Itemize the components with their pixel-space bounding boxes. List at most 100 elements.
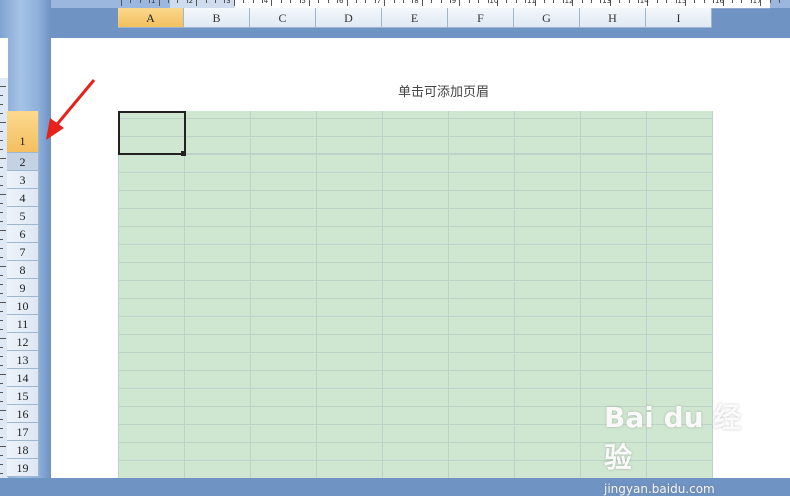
- vertical-ruler-tick: [0, 113, 3, 114]
- ruler-tick: [168, 0, 169, 3]
- row-header-8[interactable]: 8: [7, 261, 39, 279]
- vertical-ruler-tick: [0, 185, 3, 186]
- baidu-logo: Bai du 经验: [604, 401, 742, 474]
- row-header-6[interactable]: 6: [7, 225, 39, 243]
- row-header-5[interactable]: 5: [7, 207, 39, 225]
- vertical-ruler-tick: [0, 284, 3, 285]
- row-header-18[interactable]: 18: [7, 441, 39, 459]
- row-header-14[interactable]: 14: [7, 369, 39, 387]
- page-header-hint[interactable]: 单击可添加页眉: [398, 81, 489, 100]
- ruler-tick: [421, 0, 423, 6]
- vertical-ruler-tick: [0, 356, 3, 357]
- column-header-g[interactable]: G: [514, 8, 580, 28]
- ruler-tick: [280, 0, 282, 3]
- ruler-tick: [506, 0, 508, 3]
- row-header-4[interactable]: 4: [7, 189, 39, 207]
- ruler-tick: [459, 0, 461, 6]
- vertical-ruler-tick: [0, 95, 3, 96]
- ruler-tick: [431, 0, 433, 3]
- vertical-ruler-tick: [0, 158, 6, 159]
- vertical-ruler-tick: [0, 401, 3, 402]
- ruler-tick: [515, 0, 517, 3]
- horizontal-ruler: 1 2 3 4 5 6 7 8 9 10 11 12 13 14 15 16 17: [51, 0, 790, 9]
- vertical-ruler-tick: [0, 275, 3, 276]
- vertical-ruler-tick: [0, 221, 3, 222]
- row-header-2[interactable]: 2: [7, 153, 39, 171]
- column-header-a[interactable]: A: [118, 8, 184, 28]
- column-header-c[interactable]: C: [250, 8, 316, 28]
- vertical-ruler-tick: [0, 194, 6, 195]
- ruler-tick: [544, 0, 545, 3]
- row-header-11[interactable]: 11: [7, 315, 39, 333]
- active-cell-a1[interactable]: [118, 111, 186, 155]
- ruler-tick: [581, 0, 583, 3]
- baidu-watermark: Bai du 经验 jingyan.baidu.com: [604, 396, 754, 496]
- row-header-15[interactable]: 15: [7, 387, 39, 405]
- vertical-ruler-tick: [0, 212, 3, 213]
- vertical-ruler-tick: [0, 266, 6, 267]
- row-header-3[interactable]: 3: [7, 171, 39, 189]
- ruler-number: 2: [188, 0, 194, 5]
- ruler-number: 7: [376, 0, 382, 5]
- ruler-tick: [478, 0, 480, 3]
- column-header-b[interactable]: B: [184, 8, 250, 28]
- ruler-number: 17: [752, 0, 762, 5]
- ruler-tick: [205, 0, 207, 3]
- ruler-number: 6: [339, 0, 344, 5]
- ruler-tick: [233, 0, 235, 6]
- vertical-ruler-tick: [0, 392, 3, 393]
- vertical-ruler-tick: [0, 410, 6, 411]
- row-header-9[interactable]: 9: [7, 279, 39, 297]
- column-header-h[interactable]: H: [580, 8, 646, 28]
- vertical-ruler-tick: [0, 329, 3, 330]
- row-header-7[interactable]: 7: [7, 243, 39, 261]
- vertical-ruler-tick: [0, 167, 3, 168]
- red-arrow-icon: [46, 79, 96, 140]
- vertical-ruler-margin: [0, 38, 9, 78]
- ruler-number: 9: [451, 0, 457, 5]
- vertical-ruler-tick: [0, 140, 3, 141]
- vertical-ruler-tick: [0, 203, 3, 204]
- ruler-tick: [327, 0, 329, 3]
- row-header-17[interactable]: 17: [7, 423, 39, 441]
- ruler-tick: [384, 0, 386, 6]
- column-header-d[interactable]: D: [316, 8, 382, 28]
- vertical-ruler-tick: [0, 104, 3, 105]
- ruler-tick: [309, 0, 310, 6]
- vertical-ruler-tick: [0, 86, 6, 87]
- ruler-tick: [243, 0, 245, 3]
- column-header-e[interactable]: E: [382, 8, 448, 28]
- vertical-ruler-tick: [0, 311, 3, 312]
- vertical-ruler-tick: [0, 428, 3, 429]
- ruler-tick: [440, 0, 442, 3]
- ruler-tick: [346, 0, 348, 6]
- vertical-ruler-tick: [0, 437, 3, 438]
- vertical-ruler-tick: [0, 473, 3, 474]
- vertical-ruler-tick: [0, 239, 3, 240]
- row-header-10[interactable]: 10: [7, 297, 39, 315]
- ruler-tick: [666, 0, 668, 3]
- vertical-ruler-tick: [0, 338, 6, 339]
- column-header-f[interactable]: F: [448, 8, 514, 28]
- ruler-number: 4: [263, 0, 269, 5]
- row-header-19[interactable]: 19: [7, 459, 39, 477]
- row-header-13[interactable]: 13: [7, 351, 39, 369]
- ruler-number: 11: [527, 0, 536, 5]
- ruler-tick: [393, 0, 395, 3]
- vertical-ruler-tick: [0, 446, 6, 447]
- row-header-1[interactable]: 1: [7, 111, 39, 153]
- row-header-16[interactable]: 16: [7, 405, 39, 423]
- ruler-number: 3: [226, 0, 231, 5]
- ruler-tick: [741, 0, 743, 3]
- fill-handle[interactable]: [181, 151, 186, 156]
- row-header-12[interactable]: 12: [7, 333, 39, 351]
- vertical-ruler-tick: [0, 320, 3, 321]
- ruler-number: 12: [564, 0, 574, 5]
- column-headers: ABCDEFGHI: [118, 8, 712, 28]
- ruler-tick: [779, 0, 780, 3]
- ruler-tick: [694, 0, 696, 3]
- column-header-i[interactable]: I: [646, 8, 712, 28]
- baidu-site: jingyan.baidu.com: [604, 482, 715, 496]
- ruler-tick: [732, 0, 733, 3]
- ruler-tick: [318, 0, 320, 3]
